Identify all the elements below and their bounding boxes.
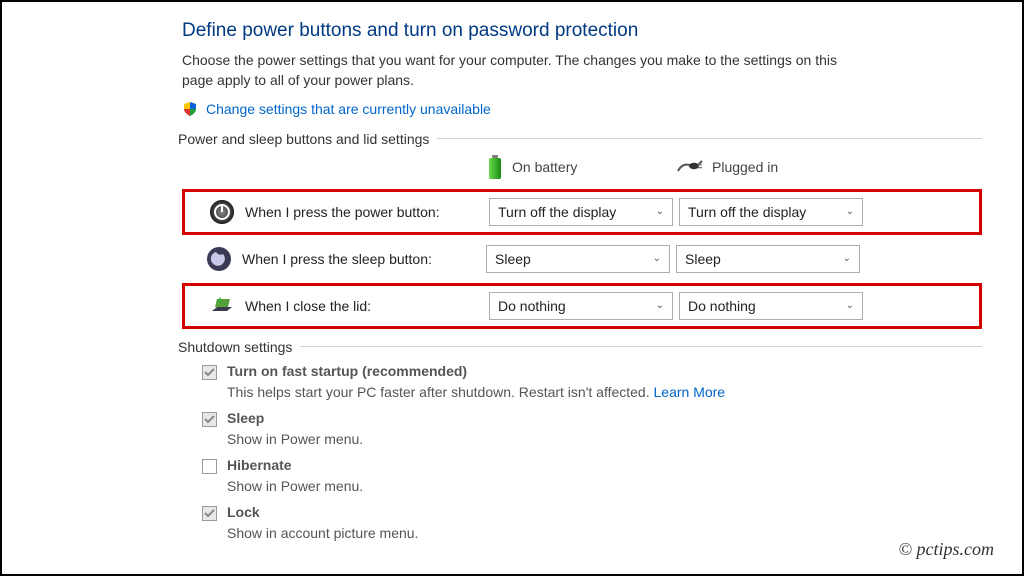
power-battery-select[interactable]: Turn off the display ⌄ — [489, 198, 673, 226]
sd-sleep-label: Sleep — [227, 410, 264, 426]
sd-hibernate: Hibernate — [202, 457, 982, 474]
row-power-label-wrap: When I press the power button: — [189, 199, 489, 225]
divider — [437, 138, 982, 139]
row-lid: When I close the lid: Do nothing ⌄ Do no… — [182, 283, 982, 329]
section-shutdown-label: Shutdown settings — [178, 339, 292, 355]
row-power-button: When I press the power button: Turn off … — [182, 189, 982, 235]
chevron-down-icon: ⌄ — [656, 300, 664, 311]
power-plugged-value: Turn off the display — [688, 204, 806, 220]
learn-more-link[interactable]: Learn More — [654, 384, 726, 400]
col-battery: On battery — [482, 153, 672, 181]
sd-fast-startup: Turn on fast startup (recommended) — [202, 363, 982, 380]
lid-battery-select[interactable]: Do nothing ⌄ — [489, 292, 673, 320]
change-settings-row[interactable]: Change settings that are currently unava… — [182, 101, 982, 117]
sd-fast-label: Turn on fast startup (recommended) — [227, 363, 467, 379]
shield-icon — [182, 101, 198, 117]
power-icon — [209, 199, 235, 225]
checkbox-lock[interactable] — [202, 506, 217, 521]
chevron-down-icon: ⌄ — [653, 253, 661, 264]
lid-plugged-select[interactable]: Do nothing ⌄ — [679, 292, 863, 320]
lid-battery-value: Do nothing — [498, 298, 566, 314]
sd-lock-label: Lock — [227, 504, 260, 520]
chevron-down-icon: ⌄ — [843, 253, 851, 264]
sleep-plugged-value: Sleep — [685, 251, 721, 267]
chevron-down-icon: ⌄ — [656, 206, 664, 217]
lid-plugged-value: Do nothing — [688, 298, 756, 314]
row-lid-label-wrap: When I close the lid: — [189, 293, 489, 319]
power-plugged-select[interactable]: Turn off the display ⌄ — [679, 198, 863, 226]
section-power-title: Power and sleep buttons and lid settings — [178, 131, 982, 147]
section-shutdown-title: Shutdown settings — [178, 339, 982, 355]
power-battery-value: Turn off the display — [498, 204, 616, 220]
sd-hibernate-desc: Show in Power menu. — [227, 478, 982, 494]
lid-icon — [209, 293, 235, 319]
row-sleep-label-wrap: When I press the sleep button: — [186, 246, 486, 272]
sd-sleep: Sleep — [202, 410, 982, 427]
col-battery-label: On battery — [512, 159, 577, 175]
shutdown-settings: Turn on fast startup (recommended) This … — [202, 363, 982, 541]
col-plugged: Plugged in — [672, 159, 862, 175]
sd-sleep-desc: Show in Power menu. — [227, 431, 982, 447]
divider — [300, 346, 982, 347]
row-power-label: When I press the power button: — [245, 204, 440, 220]
chevron-down-icon: ⌄ — [846, 206, 854, 217]
battery-icon — [486, 153, 504, 181]
sd-lock: Lock — [202, 504, 982, 521]
section-power-label: Power and sleep buttons and lid settings — [178, 131, 429, 147]
change-settings-link[interactable]: Change settings that are currently unava… — [206, 101, 491, 117]
watermark: © pctips.com — [898, 539, 994, 560]
col-plugged-label: Plugged in — [712, 159, 778, 175]
checkbox-sleep[interactable] — [202, 412, 217, 427]
row-sleep-button: When I press the sleep button: Sleep ⌄ S… — [182, 239, 982, 279]
sleep-battery-value: Sleep — [495, 251, 531, 267]
checkbox-fast-startup[interactable] — [202, 365, 217, 380]
column-headers: On battery Plugged in — [182, 153, 982, 181]
chevron-down-icon: ⌄ — [846, 300, 854, 311]
sd-fast-desc-text: This helps start your PC faster after sh… — [227, 384, 654, 400]
sleep-plugged-select[interactable]: Sleep ⌄ — [676, 245, 860, 273]
page-subtext: Choose the power settings that you want … — [182, 50, 842, 91]
sleep-battery-select[interactable]: Sleep ⌄ — [486, 245, 670, 273]
plug-icon — [676, 159, 704, 175]
checkbox-hibernate[interactable] — [202, 459, 217, 474]
sd-lock-desc: Show in account picture menu. — [227, 525, 982, 541]
sd-hibernate-label: Hibernate — [227, 457, 292, 473]
row-sleep-label: When I press the sleep button: — [242, 251, 432, 267]
sleep-icon — [206, 246, 232, 272]
page-title: Define power buttons and turn on passwor… — [182, 20, 982, 42]
sd-fast-desc: This helps start your PC faster after sh… — [227, 384, 982, 400]
row-lid-label: When I close the lid: — [245, 298, 371, 314]
